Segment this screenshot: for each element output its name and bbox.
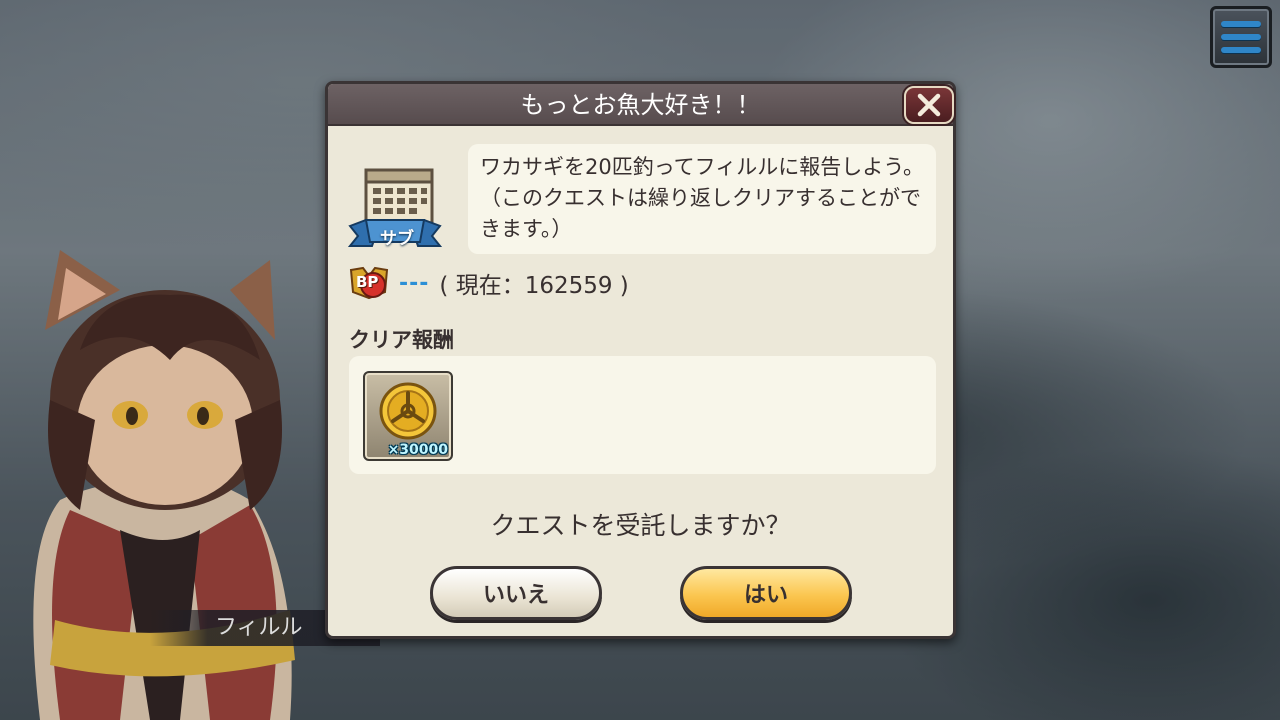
- no-button-label: いいえ: [482, 583, 549, 608]
- reward-box: ×30000: [349, 356, 936, 474]
- reward-title: クリア報酬: [349, 328, 454, 352]
- bp-value: ---: [399, 270, 430, 296]
- quest-description: ワカサギを20匹釣ってフィルルに報告しよう。（このクエストは繰り返しクリアするこ…: [468, 144, 936, 254]
- bp-current: ( 現在：162559 ): [439, 273, 629, 299]
- bp-row: BP --- ( 現在：162559 ): [349, 265, 629, 301]
- coin-icon: [379, 382, 437, 440]
- bp-label: BP: [356, 273, 379, 291]
- quest-dialog: もっとお魚大好き！！ サブ ワカサギを20匹釣ってフィルルに報告しよう。（このク…: [325, 81, 956, 639]
- yes-button[interactable]: はい: [680, 566, 852, 620]
- confirm-question: クエストを受託しますか？: [490, 511, 791, 540]
- menu-icon-bar: [1221, 34, 1261, 40]
- reward-quantity: ×30000: [387, 442, 448, 458]
- close-button[interactable]: [904, 86, 954, 124]
- dialog-title: もっとお魚大好き！！: [328, 84, 953, 126]
- quest-type-label: サブ: [380, 229, 414, 249]
- no-button[interactable]: いいえ: [430, 566, 602, 620]
- character-name: フィルル: [215, 615, 303, 640]
- character-portrait: [33, 250, 295, 720]
- menu-icon-bar: [1221, 47, 1261, 53]
- yes-button-label: はい: [743, 583, 788, 608]
- menu-button[interactable]: [1210, 6, 1272, 68]
- reward-item[interactable]: ×30000: [363, 371, 453, 461]
- close-icon: [917, 93, 941, 117]
- menu-icon: [1221, 21, 1261, 27]
